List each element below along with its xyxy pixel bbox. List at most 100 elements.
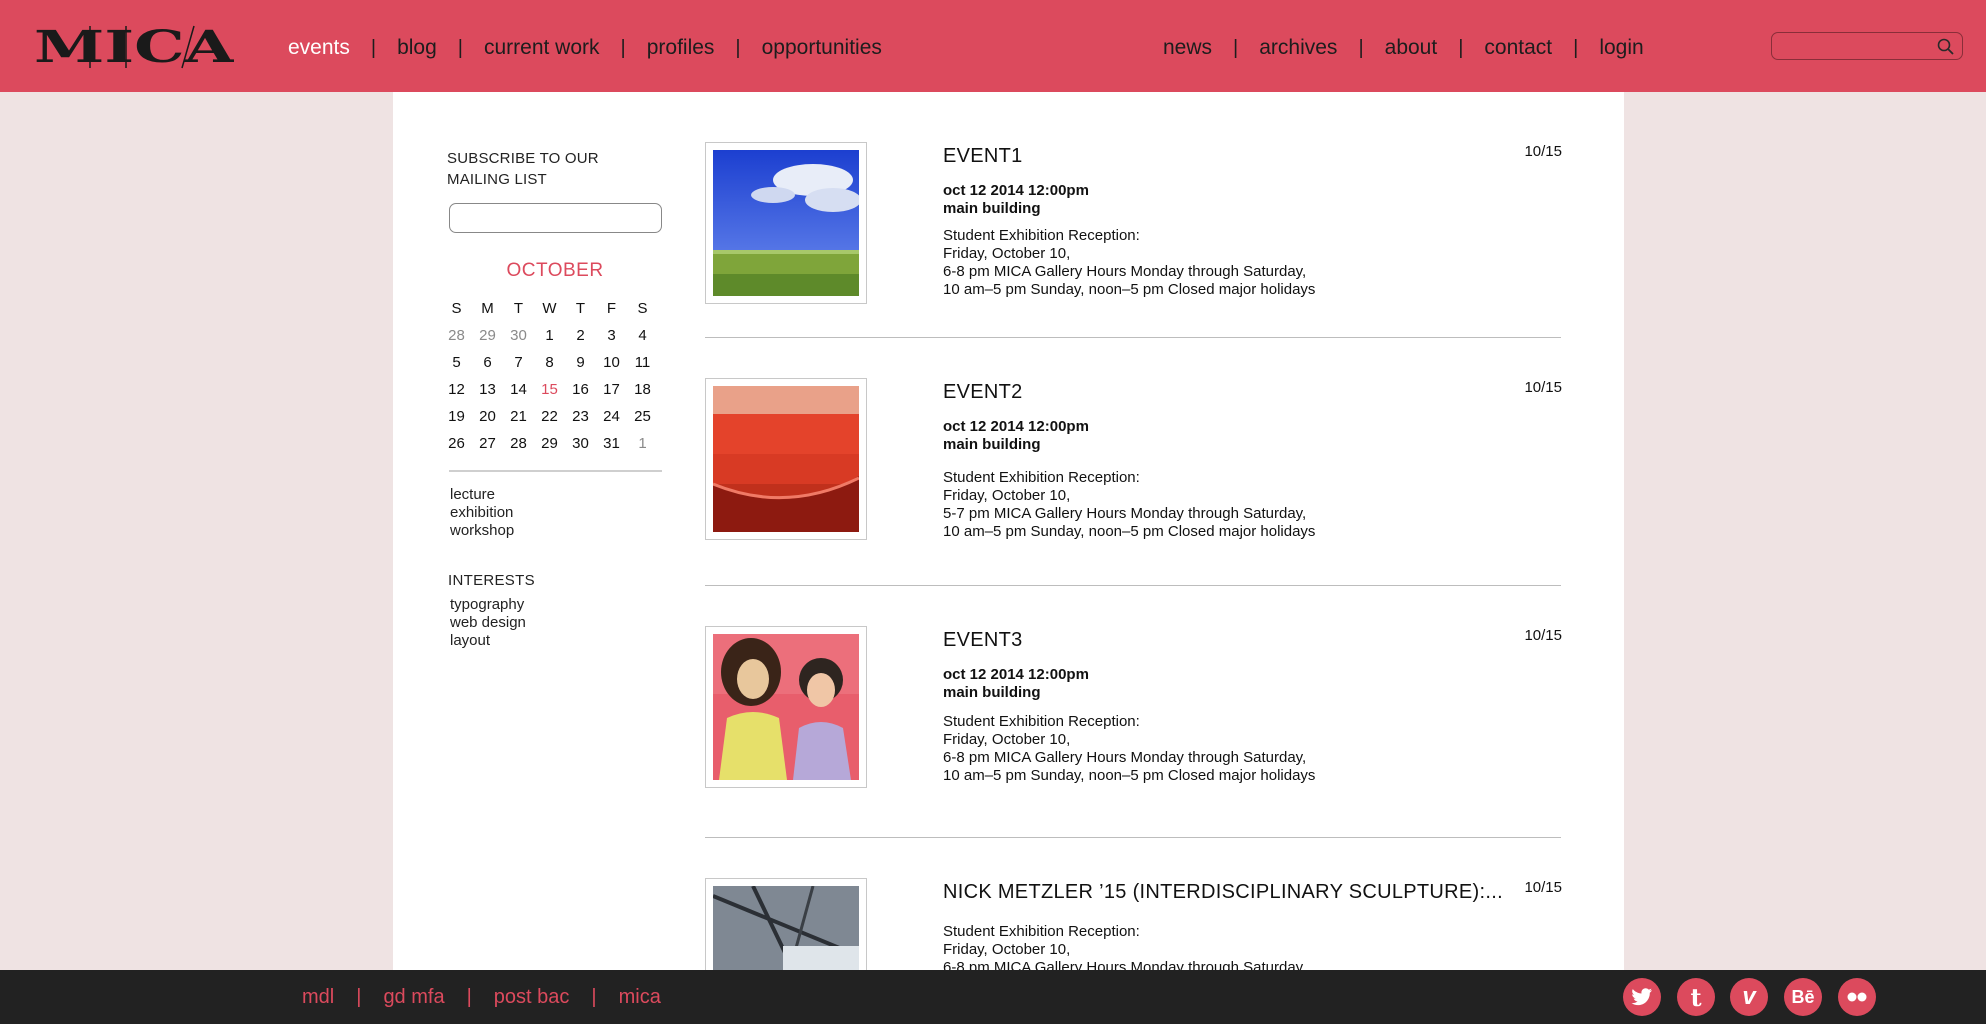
interest-typography[interactable]: typography xyxy=(450,596,526,614)
search-input[interactable] xyxy=(1771,32,1963,60)
calendar-day[interactable]: 14 xyxy=(503,381,534,398)
calendar-day[interactable]: 31 xyxy=(596,435,627,452)
event-thumbnail[interactable] xyxy=(705,378,867,540)
event-datetime: oct 12 2014 12:00pm xyxy=(943,418,1089,435)
event-image-sculpture xyxy=(713,886,859,970)
calendar-day[interactable]: 9 xyxy=(565,354,596,371)
weekday-label: M xyxy=(481,300,494,317)
event-desc-line: 6-8 pm MICA Gallery Hours Monday through… xyxy=(943,263,1307,280)
nav-contact[interactable]: contact xyxy=(1484,36,1552,60)
calendar-day[interactable]: 18 xyxy=(627,381,658,398)
event-image-red-painting xyxy=(713,386,859,532)
calendar-day[interactable]: 13 xyxy=(472,381,503,398)
calendar-day[interactable]: 3 xyxy=(596,327,627,344)
calendar-day[interactable]: 24 xyxy=(596,408,627,425)
calendar-day[interactable]: 27 xyxy=(472,435,503,452)
primary-nav: events | blog | current work | profiles … xyxy=(288,36,882,60)
event-description: Student Exhibition Reception: Friday, Oc… xyxy=(943,469,1315,541)
category-exhibition[interactable]: exhibition xyxy=(450,504,514,522)
calendar-day[interactable]: 5 xyxy=(441,354,472,371)
calendar-day[interactable]: 19 xyxy=(441,408,472,425)
calendar-day[interactable]: 22 xyxy=(534,408,565,425)
nav-blog[interactable]: blog xyxy=(397,36,437,60)
event-title[interactable]: EVENT1 xyxy=(943,145,1023,168)
event-date: 10/15 xyxy=(1524,143,1562,160)
weekday-label: T xyxy=(513,300,524,317)
category-workshop[interactable]: workshop xyxy=(450,522,514,540)
interest-layout[interactable]: layout xyxy=(450,632,526,650)
weekday-label: T xyxy=(575,300,586,317)
calendar-day[interactable]: 28 xyxy=(441,327,472,344)
calendar-day[interactable]: 4 xyxy=(627,327,658,344)
nav-profiles[interactable]: profiles xyxy=(647,36,715,60)
footer-link-post-bac[interactable]: post bac xyxy=(494,986,570,1009)
flickr-icon[interactable] xyxy=(1838,978,1876,1016)
event-title[interactable]: NICK METZLER ’15 (INTERDISCIPLINARY SCUL… xyxy=(943,881,1503,904)
mailing-list-email-field[interactable] xyxy=(449,203,662,233)
event-location: main building xyxy=(943,684,1041,701)
weekday-label: S xyxy=(451,300,462,317)
calendar-day[interactable]: 21 xyxy=(503,408,534,425)
footer-link-gd-mfa[interactable]: gd mfa xyxy=(383,986,444,1009)
calendar-day[interactable]: 10 xyxy=(596,354,627,371)
calendar-day[interactable]: 25 xyxy=(627,408,658,425)
twitter-icon[interactable] xyxy=(1623,978,1661,1016)
event-thumbnail[interactable] xyxy=(705,878,867,970)
event-date: 10/15 xyxy=(1524,379,1562,396)
footer-nav: mdl | gd mfa | post bac | mica xyxy=(302,986,661,1009)
category-lecture[interactable]: lecture xyxy=(450,486,514,504)
event-item: EVENT2 10/15 oct 12 2014 12:00pm main bu… xyxy=(705,378,1562,548)
mica-logo[interactable]: MICA xyxy=(34,22,234,72)
event-title[interactable]: EVENT3 xyxy=(943,629,1023,652)
behance-icon[interactable]: Bē xyxy=(1784,978,1822,1016)
event-desc-line: 5-7 pm MICA Gallery Hours Monday through… xyxy=(943,505,1307,522)
calendar-day[interactable]: 26 xyxy=(441,435,472,452)
nav-separator: | xyxy=(457,36,463,59)
calendar-day-today[interactable]: 15 xyxy=(534,381,565,398)
calendar-day[interactable]: 11 xyxy=(627,354,658,371)
calendar-day[interactable]: 16 xyxy=(565,381,596,398)
event-thumbnail[interactable] xyxy=(705,142,867,304)
nav-news[interactable]: news xyxy=(1163,36,1212,60)
event-thumbnail[interactable] xyxy=(705,626,867,788)
event-desc-line: Student Exhibition Reception: xyxy=(943,713,1140,730)
nav-about[interactable]: about xyxy=(1385,36,1438,60)
interest-web-design[interactable]: web design xyxy=(450,614,526,632)
footer-link-mica[interactable]: mica xyxy=(619,986,661,1009)
nav-events[interactable]: events xyxy=(288,36,350,60)
calendar-day[interactable]: 20 xyxy=(472,408,503,425)
calendar-day[interactable]: 2 xyxy=(565,327,596,344)
calendar-week: 28 29 30 1 2 3 4 xyxy=(441,322,665,349)
calendar-day[interactable]: 17 xyxy=(596,381,627,398)
calendar-day[interactable]: 28 xyxy=(503,435,534,452)
vimeo-icon[interactable]: v xyxy=(1730,978,1768,1016)
nav-opportunities[interactable]: opportunities xyxy=(762,36,882,60)
svg-text:MICA: MICA xyxy=(34,22,234,72)
event-title[interactable]: EVENT2 xyxy=(943,381,1023,404)
event-desc-line: 6-8 pm MICA Gallery Hours Monday through… xyxy=(943,749,1307,766)
tumblr-icon[interactable]: t xyxy=(1677,978,1715,1016)
calendar-day[interactable]: 23 xyxy=(565,408,596,425)
calendar-day[interactable]: 8 xyxy=(534,354,565,371)
calendar-day[interactable]: 1 xyxy=(534,327,565,344)
calendar-day[interactable]: 30 xyxy=(503,327,534,344)
calendar-day[interactable]: 29 xyxy=(534,435,565,452)
footer-separator: | xyxy=(356,986,362,1008)
footer-link-mdl[interactable]: mdl xyxy=(302,986,334,1009)
event-image-sky-grass xyxy=(713,150,859,296)
calendar-day[interactable]: 1 xyxy=(627,435,658,452)
interests-heading: INTERESTS xyxy=(448,572,535,589)
calendar-day[interactable]: 7 xyxy=(503,354,534,371)
calendar-day[interactable]: 30 xyxy=(565,435,596,452)
search-icon[interactable] xyxy=(1936,37,1956,57)
event-divider xyxy=(705,837,1561,838)
nav-current-work[interactable]: current work xyxy=(484,36,600,60)
calendar-day[interactable]: 12 xyxy=(441,381,472,398)
nav-login[interactable]: login xyxy=(1599,36,1643,60)
footer-separator: | xyxy=(466,986,472,1008)
calendar-day[interactable]: 6 xyxy=(472,354,503,371)
nav-archives[interactable]: archives xyxy=(1259,36,1337,60)
event-when: oct 12 2014 12:00pm main building xyxy=(943,182,1089,218)
event-date: 10/15 xyxy=(1524,627,1562,644)
calendar-day[interactable]: 29 xyxy=(472,327,503,344)
